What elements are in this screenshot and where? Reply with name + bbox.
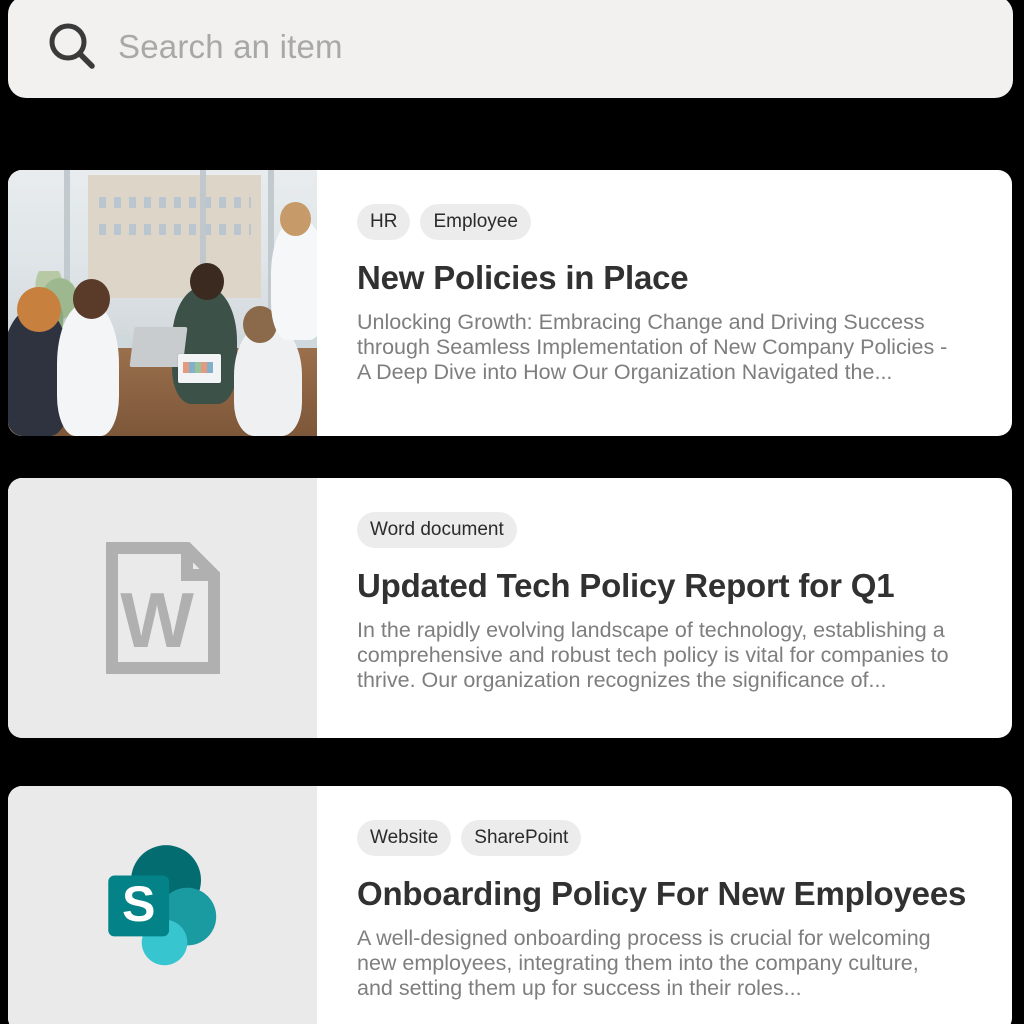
result-card[interactable]: S Website SharePoint Onboarding Policy F… [8, 786, 1012, 1024]
result-card-body: Website SharePoint Onboarding Policy For… [317, 786, 1012, 1024]
search-results-page: Search an item HR Employee New Policies … [0, 0, 1024, 1024]
result-tag[interactable]: Word document [357, 512, 517, 548]
result-description: A well-designed onboarding process is cr… [357, 926, 931, 1000]
tag-row: Word document [357, 512, 982, 548]
result-tag[interactable]: Website [357, 820, 452, 856]
result-thumbnail-photo [8, 170, 317, 436]
result-thumbnail-icon: W [8, 478, 317, 738]
search-bar[interactable]: Search an item [8, 0, 1013, 98]
result-tag[interactable]: Employee [420, 204, 531, 240]
result-tag[interactable]: HR [357, 204, 411, 240]
tag-row: Website SharePoint [357, 820, 982, 856]
result-card[interactable]: HR Employee New Policies in Place Unlock… [8, 170, 1012, 436]
svg-text:W: W [120, 576, 194, 664]
office-meeting-photo [8, 170, 317, 436]
result-title[interactable]: Updated Tech Policy Report for Q1 [357, 567, 982, 605]
sharepoint-logo: S [107, 845, 216, 966]
result-tag[interactable]: SharePoint [461, 820, 582, 856]
result-card[interactable]: W Word document Updated Tech Policy Repo… [8, 478, 1012, 738]
svg-text:S: S [121, 876, 154, 932]
result-card-body: Word document Updated Tech Policy Report… [317, 478, 1012, 738]
result-description: Unlocking Growth: Embracing Change and D… [357, 310, 948, 384]
result-thumbnail-icon: S [8, 786, 317, 1024]
result-title[interactable]: Onboarding Policy For New Employees [357, 875, 982, 913]
search-input-placeholder[interactable]: Search an item [118, 28, 343, 66]
tag-row: HR Employee [357, 204, 982, 240]
result-title[interactable]: New Policies in Place [357, 259, 982, 297]
result-description: In the rapidly evolving landscape of tec… [357, 618, 949, 692]
search-icon [49, 23, 95, 69]
word-document-icon: W [105, 542, 220, 674]
result-card-body: HR Employee New Policies in Place Unlock… [317, 170, 1012, 436]
